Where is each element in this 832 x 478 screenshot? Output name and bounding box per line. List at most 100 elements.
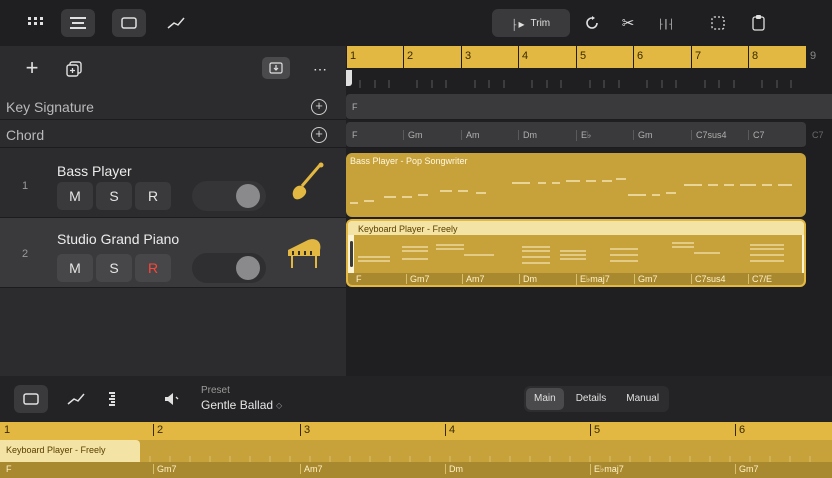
volume-slider[interactable]	[192, 253, 266, 283]
editor-chord: Am7	[300, 464, 323, 474]
track-number: 1	[22, 180, 29, 192]
loop-icon[interactable]	[578, 9, 606, 37]
more-options-icon[interactable]: ⋯	[308, 59, 332, 79]
bar-number: 3	[300, 424, 310, 436]
track-header-piano[interactable]: 2 Studio Grand Piano M S R	[0, 218, 346, 288]
volume-knob[interactable]	[236, 184, 260, 208]
record-enable-button[interactable]: R	[135, 254, 171, 282]
region-chord: F	[356, 274, 362, 284]
editor-tab-group: Main Details Manual	[524, 386, 670, 412]
solo-button[interactable]: S	[96, 254, 132, 282]
chevron-updown-icon: ◇	[276, 400, 283, 410]
chord-marker: C7	[812, 130, 824, 140]
add-key-signature-icon[interactable]: +	[311, 99, 327, 115]
solo-button[interactable]: S	[96, 182, 132, 210]
editor-chord: F	[6, 464, 12, 474]
mute-button[interactable]: M	[57, 254, 93, 282]
editor-toggle-icon[interactable]	[112, 9, 146, 37]
chord-marker: Gm	[403, 130, 423, 140]
drummer-style-icon[interactable]	[98, 385, 126, 413]
editor-view-icon[interactable]	[14, 385, 48, 413]
grand-piano-icon	[284, 236, 324, 277]
bar-number: 7	[695, 50, 702, 62]
bass-guitar-icon	[290, 162, 326, 207]
bar-number: 3	[465, 50, 472, 62]
track-name: Studio Grand Piano	[57, 231, 180, 247]
bar-number: 6	[637, 50, 644, 62]
editor-ruler[interactable]: 1 2 3 4 5 6	[0, 422, 832, 440]
volume-knob[interactable]	[236, 256, 260, 280]
editor-chord: E♭maj7	[590, 464, 624, 475]
ruler-ticks	[359, 80, 792, 88]
keyboard-note-pattern	[358, 242, 784, 264]
tab-details[interactable]: Details	[568, 388, 615, 410]
split-at-playhead-icon[interactable]: ⸠|⸡	[652, 9, 680, 37]
copy-region-icon[interactable]	[704, 9, 732, 37]
scissors-icon[interactable]: ✂	[614, 9, 642, 37]
bar-number: 4	[522, 50, 529, 62]
bar-number: 2	[153, 424, 163, 436]
bar-number: 6	[735, 424, 745, 436]
bar-number: 1	[4, 424, 11, 436]
region-chord: C7sus4	[691, 274, 726, 284]
main-toolbar: ⸠▸ Trim ✂ ⸠|⸡	[0, 0, 832, 46]
trim-button[interactable]: ⸠▸ Trim	[492, 9, 570, 37]
preset-label: Preset	[201, 385, 230, 396]
editor-chord: Dm	[445, 464, 463, 474]
chord-marker: C7sus4	[691, 130, 727, 140]
add-chord-icon[interactable]: +	[311, 127, 327, 143]
keyboard-region[interactable]: Keyboard Player - Freely F Gm7 Am7 Dm E♭…	[346, 219, 806, 287]
key-signature-row[interactable]: Key Signature +	[0, 94, 346, 120]
volume-slider[interactable]	[192, 181, 266, 211]
chord-marker: E♭	[576, 130, 591, 141]
region-chord: C7/E	[748, 274, 772, 284]
speaker-icon[interactable]	[158, 385, 186, 413]
region-title: Keyboard Player - Freely	[358, 224, 458, 234]
bar-number: 1	[350, 50, 357, 62]
bass-note-pattern	[350, 178, 792, 204]
chord-label: Chord	[6, 126, 45, 143]
trim-label: Trim	[530, 17, 551, 29]
region-left-handle[interactable]	[350, 241, 353, 267]
region-chord: Dm	[519, 274, 537, 284]
tracks-view-icon[interactable]	[61, 9, 95, 37]
mute-button[interactable]: M	[57, 182, 93, 210]
track-header-toolbar: + ⋯	[0, 46, 346, 92]
track-name: Bass Player	[57, 163, 132, 179]
track-number: 2	[22, 248, 29, 260]
duplicate-track-icon[interactable]	[64, 59, 84, 79]
chord-marker: F	[352, 130, 358, 140]
bass-region[interactable]: Bass Player - Pop Songwriter	[346, 153, 806, 217]
bar-number: 5	[590, 424, 600, 436]
chord-marker: C7	[748, 130, 765, 140]
editor-chord: Gm7	[735, 464, 759, 474]
key-marker: F	[352, 102, 358, 112]
editor-region-title: Keyboard Player - Freely	[6, 445, 106, 455]
chord-marker: Gm	[633, 130, 653, 140]
chord-marker: Am	[461, 130, 480, 140]
record-enable-button[interactable]: R	[135, 182, 171, 210]
track-import-icon[interactable]	[262, 57, 290, 79]
automation-icon[interactable]	[162, 9, 190, 37]
bar-number: 4	[445, 424, 455, 436]
editor-beat-ticks	[149, 456, 811, 462]
browser-grid-icon[interactable]	[22, 9, 50, 37]
timeline-ruler[interactable]: 1 2 3 4 5 6 7 8 9	[346, 46, 832, 90]
trim-icon: ⸠▸	[511, 16, 525, 31]
region-title: Bass Player - Pop Songwriter	[350, 156, 468, 166]
preset-selector[interactable]: Gentle Ballad ◇	[201, 398, 282, 412]
tab-main[interactable]: Main	[526, 388, 564, 410]
editor-region[interactable]: Keyboard Player - Freely	[0, 440, 832, 462]
add-track-icon[interactable]: +	[22, 55, 42, 80]
chord-lane[interactable]: F Gm Am Dm E♭ Gm C7sus4 C7 C7	[346, 122, 832, 148]
chord-row[interactable]: Chord +	[0, 122, 346, 148]
editor-automation-icon[interactable]	[62, 385, 90, 413]
bar-number: 2	[407, 50, 414, 62]
editor-control-bar: Preset Gentle Ballad ◇ Main Details Manu…	[0, 376, 832, 422]
tab-manual[interactable]: Manual	[618, 388, 667, 410]
editor-chord: Gm7	[153, 464, 177, 474]
key-signature-lane[interactable]: F	[346, 94, 832, 120]
region-chord: Am7	[462, 274, 485, 284]
paste-icon[interactable]	[744, 9, 772, 37]
track-header-bass[interactable]: 1 Bass Player M S R	[0, 150, 346, 218]
